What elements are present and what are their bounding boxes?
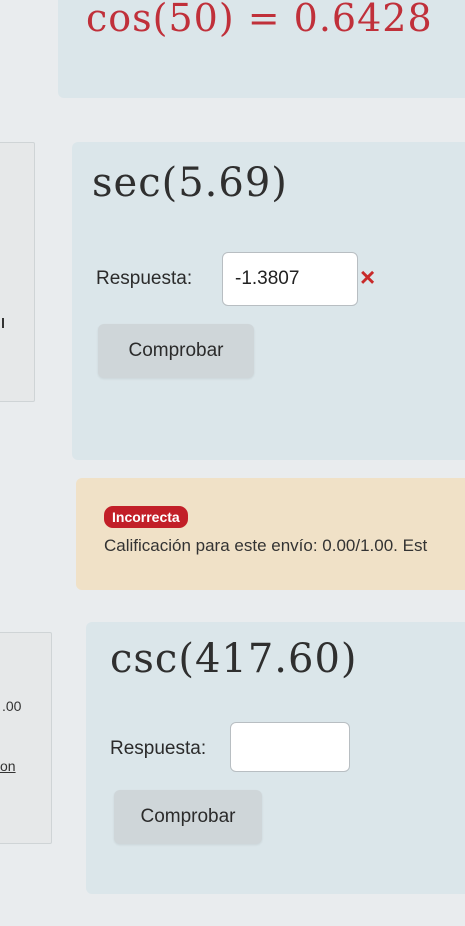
question-expression-2: csc(417.60) [110, 636, 358, 682]
answer-input-2[interactable] [230, 722, 350, 772]
question-info-box-2 [0, 632, 52, 844]
status-badge: Incorrecta [104, 506, 188, 528]
question-info-link[interactable]: on [0, 758, 16, 774]
incorrect-icon: × [360, 262, 376, 292]
grade-text: Calificación para este envío: 0.00/1.00.… [104, 536, 428, 555]
question-info-box [0, 142, 35, 402]
answer-label: Respuesta: [96, 268, 193, 289]
question-info-mark [2, 318, 4, 328]
check-button-2[interactable]: Comprobar [114, 790, 262, 844]
check-button[interactable]: Comprobar [98, 324, 254, 378]
answer-label-2: Respuesta: [110, 738, 207, 759]
question-info-score: .00 [2, 698, 22, 714]
question-expression: sec(5.69) [92, 160, 288, 206]
previous-question-expression: cos(50) = 0.6428 [86, 0, 433, 40]
feedback-panel [76, 478, 465, 590]
answer-input[interactable]: -1.3807 [222, 252, 358, 306]
